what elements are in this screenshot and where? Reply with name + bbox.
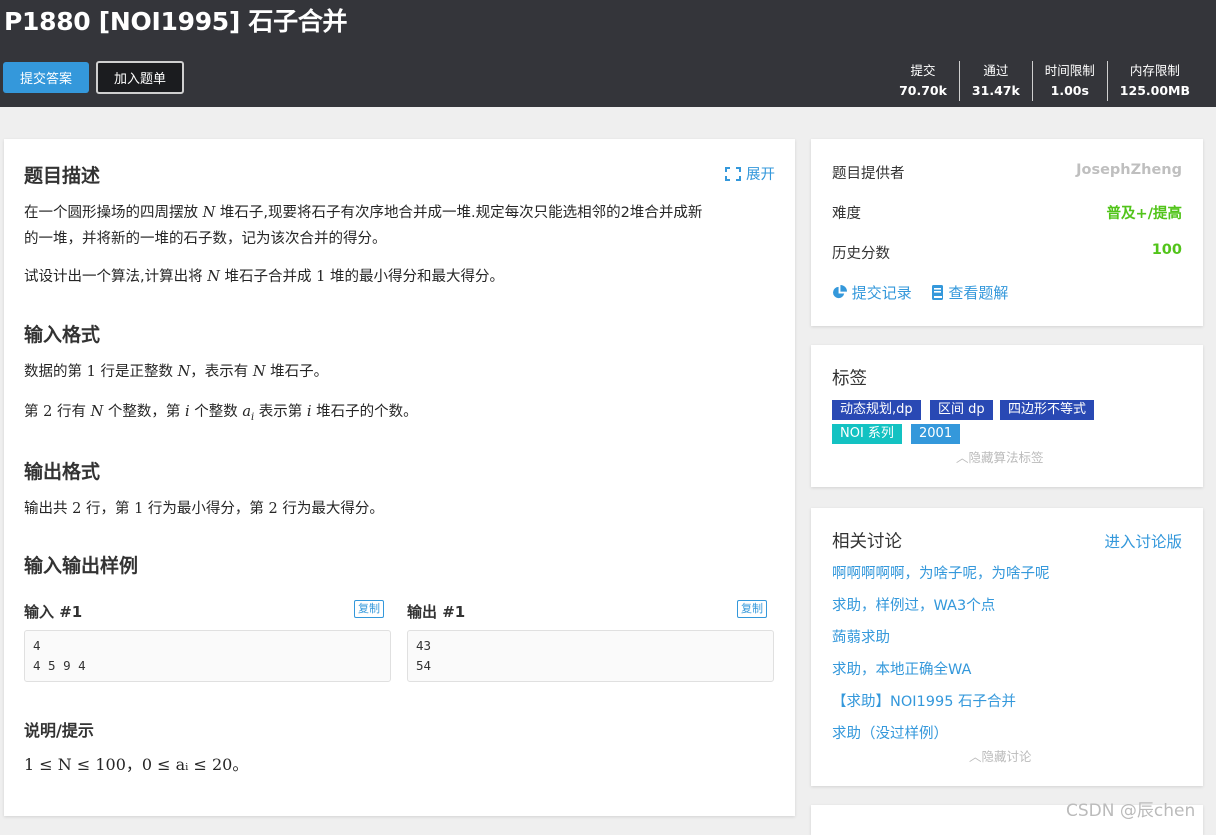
sample-output-label: 输出 #1 xyxy=(407,603,466,621)
hint-heading: 说明/提示 xyxy=(24,721,94,740)
problem-content-card: 题目描述 展开 在一个圆形操场的四周摆放 N 堆石子,现要将石子有次序地合并成一… xyxy=(4,139,795,816)
difficulty-label: 难度 xyxy=(832,206,861,222)
discussion-link[interactable]: 求助（没过样例） xyxy=(832,722,948,743)
score-row: 历史分数 100 xyxy=(832,242,1182,263)
description-heading: 题目描述 xyxy=(24,165,101,187)
discussion-link[interactable]: 啊啊啊啊啊，为啥子呢，为啥子呢 xyxy=(832,562,1050,583)
provider-name[interactable]: JosephZheng xyxy=(1076,162,1182,183)
difficulty-value: 普及+/提高 xyxy=(1106,206,1182,222)
chevron-up-icon: ︿ xyxy=(969,749,982,764)
stat-label: 内存限制 xyxy=(1129,63,1180,78)
expand-icon xyxy=(725,167,742,181)
hide-tags-button[interactable]: ︿隐藏算法标签 xyxy=(956,447,1044,466)
input-format-line-1: 数据的第 1 行是正整数 N，表示有 N 堆石子。 xyxy=(24,364,329,380)
score-label: 历史分数 xyxy=(832,246,890,262)
output-format-line: 输出共 2 行，第 1 行为最小得分，第 2 行为最大得分。 xyxy=(24,501,384,517)
tags-heading: 标签 xyxy=(832,369,867,389)
tag-interval-dp[interactable]: 区间 dp xyxy=(930,400,993,420)
description-paragraph-1: 在一个圆形操场的四周摆放 N 堆石子,现要将石子有次序地合并成一堆.规定每次只能… xyxy=(24,205,703,247)
sample-output-box[interactable]: 43 54 xyxy=(407,630,774,682)
view-solutions-link[interactable]: 查看题解 xyxy=(931,284,1008,302)
problem-header: P1880 [NOI1995] 石子合并 提交答案 加入题单 提交 70.70k… xyxy=(0,0,1216,107)
expand-label: 展开 xyxy=(746,167,775,183)
sample-input-label: 输入 #1 xyxy=(24,603,83,621)
difficulty-row: 难度 普及+/提高 xyxy=(832,202,1182,223)
discussion-link[interactable]: 蒟蒻求助 xyxy=(832,626,890,647)
provider-label: 题目提供者 xyxy=(832,166,905,182)
provider-row: 题目提供者 JosephZheng xyxy=(832,162,1182,183)
description-paragraph-2: 试设计出一个算法,计算出将 N 堆石子合并成 1 堆的最小得分和最大得分。 xyxy=(24,269,504,285)
discussion-link[interactable]: 求助，本地正确全WA xyxy=(832,658,971,679)
card-links: 提交记录 查看题解 xyxy=(832,282,1008,303)
discussion-link[interactable]: 【求助】NOI1995 石子合并 xyxy=(832,690,1016,711)
stat-label: 提交 xyxy=(910,63,936,78)
hide-discussions-button[interactable]: ︿隐藏讨论 xyxy=(969,746,1032,765)
book-icon xyxy=(931,285,943,300)
copy-output-button[interactable]: 复制 xyxy=(737,600,767,618)
problem-title: P1880 [NOI1995] 石子合并 xyxy=(4,7,348,36)
submission-records-link[interactable]: 提交记录 xyxy=(832,284,917,302)
submit-answer-button[interactable]: 提交答案 xyxy=(3,62,89,93)
watermark: CSDN @辰chen xyxy=(1066,801,1196,821)
add-to-list-button[interactable]: 加入题单 xyxy=(96,61,184,94)
stat-accepted: 通过 31.47k xyxy=(958,61,1032,101)
stat-time-limit: 时间限制 1.00s xyxy=(1031,61,1107,101)
tags-card: 标签 动态规划,dp 区间 dp 四边形不等式 NOI 系列 2001 ︿隐藏算… xyxy=(811,345,1203,487)
stat-value: 1.00s xyxy=(1050,83,1089,98)
hint-constraints: 1 ≤ N ≤ 100，0 ≤ aᵢ ≤ 20。 xyxy=(24,755,249,774)
copy-input-button[interactable]: 复制 xyxy=(354,600,384,618)
stat-label: 时间限制 xyxy=(1044,63,1095,78)
chevron-up-icon: ︿ xyxy=(956,450,969,465)
stat-value: 125.00MB xyxy=(1119,83,1190,98)
samples-heading: 输入输出样例 xyxy=(24,555,139,577)
tag-dp[interactable]: 动态规划,dp xyxy=(832,400,921,420)
problem-stats: 提交 70.70k 通过 31.47k 时间限制 1.00s 内存限制 125.… xyxy=(887,61,1202,101)
tag-quadrangle-inequality[interactable]: 四边形不等式 xyxy=(1000,400,1095,420)
sample-input-box[interactable]: 4 4 5 9 4 xyxy=(24,630,391,682)
score-value: 100 xyxy=(1151,242,1182,258)
stat-value: 70.70k xyxy=(899,83,947,98)
discussions-heading: 相关讨论 xyxy=(832,532,902,552)
expand-button[interactable]: 展开 xyxy=(725,163,775,184)
tag-year[interactable]: 2001 xyxy=(911,424,961,444)
stat-submissions: 提交 70.70k xyxy=(887,61,959,101)
stat-label: 通过 xyxy=(983,63,1009,78)
input-format-heading: 输入格式 xyxy=(24,324,101,346)
problem-info-card: 题目提供者 JosephZheng 难度 普及+/提高 历史分数 100 提交记… xyxy=(811,139,1203,326)
stat-memory-limit: 内存限制 125.00MB xyxy=(1106,61,1202,101)
stat-value: 31.47k xyxy=(971,83,1020,98)
discussion-link[interactable]: 求助，样例过，WA3个点 xyxy=(832,594,995,615)
tag-noi-series[interactable]: NOI 系列 xyxy=(832,424,902,444)
output-format-heading: 输出格式 xyxy=(24,461,101,483)
enter-forum-link[interactable]: 进入讨论版 xyxy=(1104,530,1182,552)
input-format-line-2: 第 2 行有 N 个整数，第 i 个整数 ai 表示第 i 堆石子的个数。 xyxy=(24,404,418,423)
pie-chart-icon xyxy=(833,285,847,299)
discussions-card: 相关讨论 进入讨论版 啊啊啊啊啊，为啥子呢，为啥子呢 求助，样例过，WA3个点 … xyxy=(811,508,1203,786)
